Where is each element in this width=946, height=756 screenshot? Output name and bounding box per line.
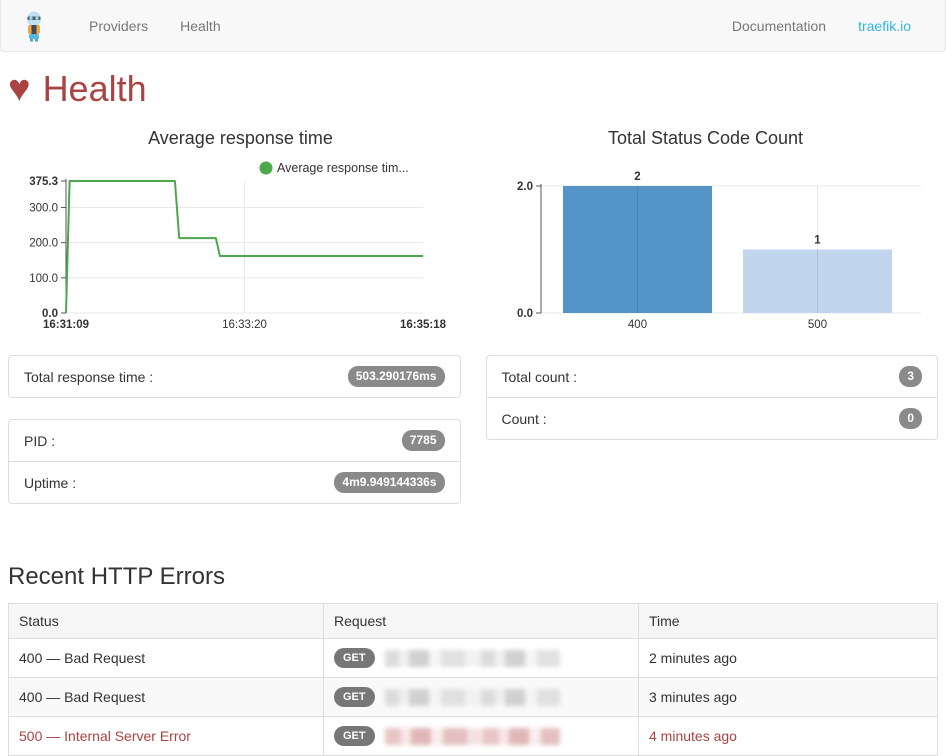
svg-text:16:31:09: 16:31:09 <box>43 319 89 331</box>
svg-text:1: 1 <box>814 235 821 247</box>
svg-text:100.0: 100.0 <box>29 273 58 285</box>
redacted-request-url <box>385 728 560 745</box>
status-code-count-chart: Total Status Code Count 0.0 2.0 2 400 1 500 <box>473 114 938 341</box>
stats-right-column: Total count : 3 Count : 0 <box>486 355 939 525</box>
stat-label: Uptime : <box>24 475 76 491</box>
svg-text:400: 400 <box>628 319 647 331</box>
nav-item-documentation[interactable]: Documentation <box>716 18 842 34</box>
error-status: 400 — Bad Request <box>19 650 145 666</box>
redacted-request-url <box>385 689 560 706</box>
stat-panel: PID : 7785 Uptime : 4m9.949144336s <box>8 419 461 504</box>
svg-text:0.0: 0.0 <box>517 308 533 320</box>
stat-panel: Total response time : 503.290176ms <box>8 355 461 398</box>
stat-label: Total response time : <box>24 369 153 385</box>
error-row: 400 — Bad Request GET 3 minutes ago <box>9 678 938 717</box>
nav-item-traefik-io[interactable]: traefik.io <box>842 18 927 34</box>
errors-table: Status Request Time 400 — Bad Request GET… <box>8 603 938 756</box>
stat-row: Count : 0 <box>487 397 938 439</box>
errors-heading: Recent HTTP Errors <box>8 563 938 591</box>
stat-value-badge: 7785 <box>402 430 445 451</box>
svg-text:Average response tim...: Average response tim... <box>277 161 409 175</box>
svg-text:16:33:20: 16:33:20 <box>222 319 267 331</box>
svg-text:500: 500 <box>808 319 827 331</box>
svg-text:200.0: 200.0 <box>29 238 58 250</box>
svg-text:375.3: 375.3 <box>29 176 58 188</box>
col-header-time: Time <box>639 604 938 639</box>
error-time: 3 minutes ago <box>649 689 737 705</box>
error-row: 400 — Bad Request GET 2 minutes ago <box>9 639 938 678</box>
svg-text:16:35:18: 16:35:18 <box>400 319 447 331</box>
method-badge: GET <box>334 648 375 668</box>
error-time: 4 minutes ago <box>649 728 737 744</box>
method-badge: GET <box>334 687 375 707</box>
stat-value-badge: 503.290176ms <box>348 366 445 387</box>
stat-label: Count : <box>502 411 547 427</box>
stats-row: Total response time : 503.290176ms PID : 77… <box>8 355 938 525</box>
stat-row: PID : 7785 <box>9 420 460 461</box>
charts-row: Average response time Average response t… <box>8 114 938 341</box>
redacted-request-url <box>385 650 560 667</box>
nav-item-health[interactable]: Health <box>164 18 236 34</box>
method-badge: GET <box>334 726 375 746</box>
top-navbar: Providers Health Documentation traefik.i… <box>0 0 946 52</box>
errors-table-header-row: Status Request Time <box>9 604 938 639</box>
nav-item-providers[interactable]: Providers <box>73 18 164 34</box>
bar-chart-title: Total Status Code Count <box>473 128 938 149</box>
avg-response-time-chart: Average response time Average response t… <box>8 114 473 341</box>
stat-value-badge: 0 <box>899 408 922 429</box>
error-row: 500 — Internal Server Error GET 4 minutes … <box>9 717 938 756</box>
error-time: 2 minutes ago <box>649 650 737 666</box>
page-title: ♥ Health <box>8 68 938 110</box>
page-title-text: Health <box>43 68 147 110</box>
line-chart-plot[interactable]: Average response tim...0.0100.0200.0300.… <box>8 151 473 341</box>
stat-row: Total count : 3 <box>487 356 938 397</box>
error-status: 400 — Bad Request <box>19 689 145 705</box>
svg-text:300.0: 300.0 <box>29 202 58 214</box>
col-header-status: Status <box>9 604 324 639</box>
stat-label: PID : <box>24 433 55 449</box>
svg-text:2.0: 2.0 <box>517 181 533 193</box>
traefik-logo-icon[interactable] <box>21 10 47 42</box>
stat-panel: Total count : 3 Count : 0 <box>486 355 939 440</box>
stat-value-badge: 3 <box>899 366 922 387</box>
heart-icon: ♥ <box>8 70 31 108</box>
col-header-request: Request <box>324 604 639 639</box>
stat-row: Uptime : 4m9.949144336s <box>9 461 460 503</box>
stat-label: Total count : <box>502 369 578 385</box>
stat-row: Total response time : 503.290176ms <box>9 356 460 397</box>
line-chart-title: Average response time <box>8 128 473 149</box>
bar-chart-plot[interactable]: 0.0 2.0 2 400 1 500 <box>473 151 938 341</box>
svg-text:2: 2 <box>634 171 640 183</box>
stats-left-column: Total response time : 503.290176ms PID : 77… <box>8 355 461 525</box>
stat-value-badge: 4m9.949144336s <box>334 472 444 493</box>
error-status: 500 — Internal Server Error <box>19 728 191 744</box>
